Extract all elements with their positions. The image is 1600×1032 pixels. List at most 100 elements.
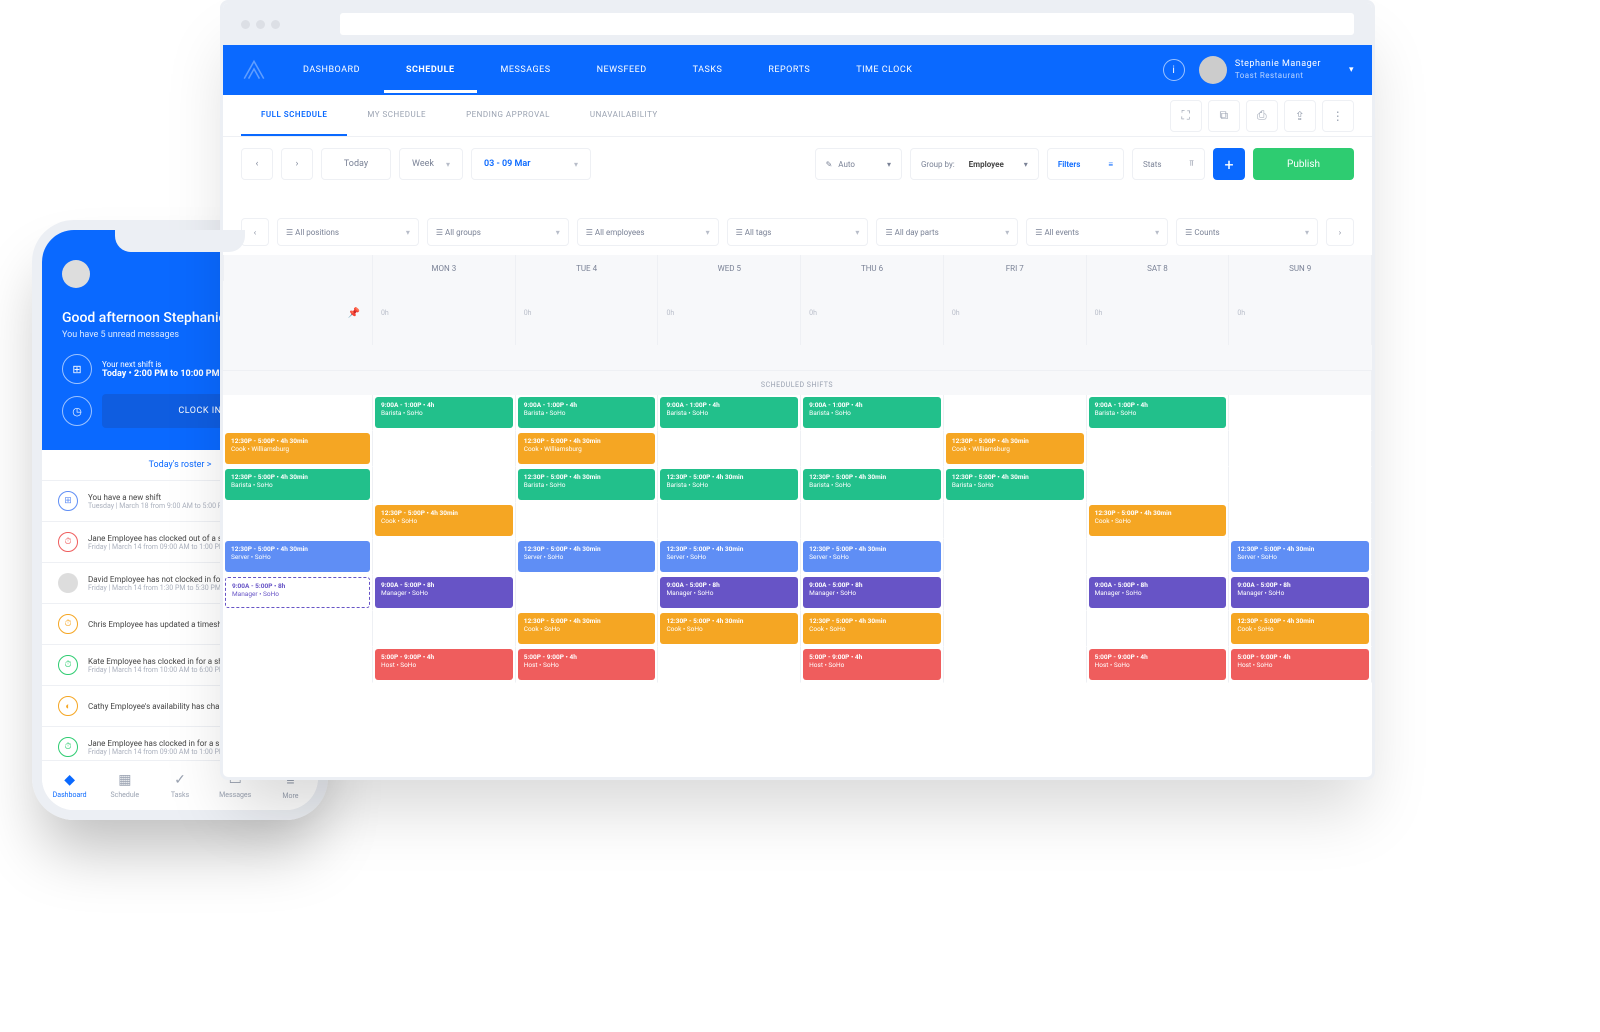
stats-button[interactable]: Stats⫪ xyxy=(1132,148,1205,180)
shift-block[interactable]: 9:00A - 1:00P • 4hBarista • SoHo xyxy=(518,397,656,428)
shift-block[interactable]: 12:30P - 5:00P • 4h 30minBarista • SoHo xyxy=(660,469,798,500)
filter-all-day-parts[interactable]: ☰ All day parts▾ xyxy=(876,218,1018,246)
nav-messages[interactable]: MESSAGES xyxy=(479,47,573,93)
shift-block[interactable]: 12:30P - 5:00P • 4h 30minBarista • SoHo xyxy=(518,469,656,500)
schedule-cell[interactable] xyxy=(1087,467,1230,503)
nav-newsfeed[interactable]: NEWSFEED xyxy=(575,47,669,93)
schedule-cell[interactable] xyxy=(1087,611,1230,647)
schedule-cell[interactable]: 9:00A - 1:00P • 4hBarista • SoHo xyxy=(516,395,659,431)
shift-block[interactable]: 5:00P - 9:00P • 4hHost • SoHo xyxy=(1231,649,1369,680)
schedule-cell[interactable]: 12:30P - 5:00P • 4h 30minCook • SoHo xyxy=(801,611,944,647)
tab-tasks[interactable]: ✓Tasks xyxy=(152,761,207,810)
schedule-cell[interactable]: 12:30P - 5:00P • 4h 30minBarista • SoHo xyxy=(944,467,1087,503)
shift-block[interactable]: 12:30P - 5:00P • 4h 30minCook • SoHo xyxy=(660,613,798,644)
schedule-cell[interactable]: 12:30P - 5:00P • 4h 30minCook • SoHo xyxy=(1087,503,1230,539)
subtab-full-schedule[interactable]: FULL SCHEDULE xyxy=(241,95,347,136)
prev-button[interactable]: ‹ xyxy=(241,148,273,180)
schedule-cell[interactable]: 5:00P - 9:00P • 4hHost • SoHo xyxy=(516,647,659,683)
schedule-cell[interactable]: 12:30P - 5:00P • 4h 30minServer • SoHo xyxy=(801,539,944,575)
shift-block[interactable]: 12:30P - 5:00P • 4h 30minBarista • SoHo xyxy=(946,469,1084,500)
schedule-cell[interactable] xyxy=(1229,395,1372,431)
schedule-cell[interactable]: 12:30P - 5:00P • 4h 30minBarista • SoHo xyxy=(801,467,944,503)
schedule-cell[interactable]: 9:00A - 5:00P • 8hManager • SoHo xyxy=(1087,575,1230,611)
schedule-cell[interactable]: 5:00P - 9:00P • 4hHost • SoHo xyxy=(801,647,944,683)
shift-block[interactable]: 9:00A - 5:00P • 8hManager • SoHo xyxy=(803,577,941,608)
filter-all-employees[interactable]: ☰ All employees▾ xyxy=(577,218,719,246)
open-day-cell[interactable]: 0h xyxy=(801,281,944,345)
schedule-cell[interactable] xyxy=(801,431,944,467)
filters-button[interactable]: Filters≡ xyxy=(1047,148,1124,180)
shift-block[interactable]: 12:30P - 5:00P • 4h 30minCook • Williams… xyxy=(518,433,656,464)
publish-button[interactable]: Publish xyxy=(1253,148,1354,180)
tab-schedule[interactable]: ▦Schedule xyxy=(97,761,152,810)
shift-block[interactable]: 12:30P - 5:00P • 4h 30minCook • SoHo xyxy=(1089,505,1227,536)
schedule-cell[interactable] xyxy=(223,611,373,647)
schedule-cell[interactable]: 9:00A - 5:00P • 8hManager • SoHo xyxy=(373,575,516,611)
schedule-cell[interactable]: 5:00P - 9:00P • 4hHost • SoHo xyxy=(1229,647,1372,683)
schedule-cell[interactable]: 12:30P - 5:00P • 4h 30minBarista • SoHo xyxy=(223,467,373,503)
schedule-cell[interactable]: 5:00P - 9:00P • 4hHost • SoHo xyxy=(1087,647,1230,683)
schedule-cell[interactable]: 12:30P - 5:00P • 4h 30minCook • SoHo xyxy=(658,611,801,647)
schedule-cell[interactable] xyxy=(658,503,801,539)
tab-dashboard[interactable]: ◆Dashboard xyxy=(42,761,97,810)
schedule-cell[interactable] xyxy=(944,539,1087,575)
schedule-cell[interactable]: 12:30P - 5:00P • 4h 30minCook • SoHo xyxy=(516,611,659,647)
shift-block[interactable]: 12:30P - 5:00P • 4h 30minCook • Williams… xyxy=(946,433,1084,464)
schedule-cell[interactable]: 12:30P - 5:00P • 4h 30minServer • SoHo xyxy=(658,539,801,575)
nav-time-clock[interactable]: TIME CLOCK xyxy=(834,47,934,93)
shift-block[interactable]: 5:00P - 9:00P • 4hHost • SoHo xyxy=(803,649,941,680)
shift-block[interactable]: 9:00A - 1:00P • 4hBarista • SoHo xyxy=(1089,397,1227,428)
shift-block[interactable]: 12:30P - 5:00P • 4h 30minCook • SoHo xyxy=(803,613,941,644)
open-day-cell[interactable]: 0h xyxy=(1087,281,1230,345)
shift-block[interactable]: 5:00P - 9:00P • 4hHost • SoHo xyxy=(375,649,513,680)
schedule-cell[interactable]: 9:00A - 1:00P • 4hBarista • SoHo xyxy=(658,395,801,431)
more-icon[interactable]: ⋮ xyxy=(1322,100,1354,132)
schedule-cell[interactable]: 12:30P - 5:00P • 4h 30minServer • SoHo xyxy=(223,539,373,575)
schedule-cell[interactable]: 12:30P - 5:00P • 4h 30minCook • Williams… xyxy=(223,431,373,467)
next-button[interactable]: › xyxy=(281,148,313,180)
add-button[interactable]: + xyxy=(1213,148,1245,180)
shift-block[interactable]: 12:30P - 5:00P • 4h 30minCook • SoHo xyxy=(375,505,513,536)
schedule-cell[interactable] xyxy=(1229,431,1372,467)
schedule-cell[interactable]: 12:30P - 5:00P • 4h 30minBarista • SoHo xyxy=(658,467,801,503)
shift-block[interactable]: 9:00A - 5:00P • 8hManager • SoHo xyxy=(225,577,370,608)
export-icon[interactable]: ⇪ xyxy=(1284,100,1316,132)
shift-block[interactable]: 9:00A - 5:00P • 8hManager • SoHo xyxy=(1089,577,1227,608)
date-range[interactable]: 03 - 09 Mar▾ xyxy=(471,148,591,180)
schedule-cell[interactable]: 9:00A - 1:00P • 4hBarista • SoHo xyxy=(1087,395,1230,431)
copy-icon[interactable]: ⧉ xyxy=(1208,100,1240,132)
open-day-cell[interactable]: 0h xyxy=(516,281,659,345)
shift-block[interactable]: 12:30P - 5:00P • 4h 30minCook • SoHo xyxy=(518,613,656,644)
schedule-cell[interactable] xyxy=(658,431,801,467)
schedule-cell[interactable] xyxy=(944,647,1087,683)
shift-block[interactable]: 5:00P - 9:00P • 4hHost • SoHo xyxy=(1089,649,1227,680)
period-select[interactable]: Week▾ xyxy=(399,148,463,180)
today-button[interactable]: Today xyxy=(321,148,391,180)
shift-block[interactable]: 9:00A - 1:00P • 4hBarista • SoHo xyxy=(803,397,941,428)
chevron-down-icon[interactable]: ▾ xyxy=(1349,65,1354,75)
schedule-cell[interactable]: 12:30P - 5:00P • 4h 30minBarista • SoHo xyxy=(516,467,659,503)
schedule-cell[interactable] xyxy=(223,395,373,431)
filter-prev[interactable]: ‹ xyxy=(241,218,269,246)
user-menu[interactable]: Stephanie Manager Toast Restaurant xyxy=(1235,59,1321,81)
filter-all-events[interactable]: ☰ All events▾ xyxy=(1026,218,1168,246)
avatar[interactable] xyxy=(1199,56,1227,84)
open-day-cell[interactable]: 0h xyxy=(658,281,801,345)
shift-block[interactable]: 9:00A - 5:00P • 8hManager • SoHo xyxy=(660,577,798,608)
nav-schedule[interactable]: SCHEDULE xyxy=(384,47,477,93)
schedule-cell[interactable]: 9:00A - 5:00P • 8hManager • SoHo xyxy=(658,575,801,611)
schedule-cell[interactable]: 9:00A - 5:00P • 8hManager • SoHo xyxy=(1229,575,1372,611)
schedule-cell[interactable] xyxy=(944,611,1087,647)
schedule-cell[interactable] xyxy=(1087,431,1230,467)
address-bar[interactable] xyxy=(340,13,1354,35)
shift-block[interactable]: 12:30P - 5:00P • 4h 30minServer • SoHo xyxy=(1231,541,1369,572)
open-day-cell[interactable]: 0h xyxy=(373,281,516,345)
auto-chip[interactable]: ✎ Auto▾ xyxy=(815,148,902,180)
info-icon[interactable]: i xyxy=(1163,59,1185,81)
schedule-cell[interactable] xyxy=(373,611,516,647)
nav-tasks[interactable]: TASKS xyxy=(671,47,745,93)
schedule-cell[interactable]: 12:30P - 5:00P • 4h 30minCook • SoHo xyxy=(373,503,516,539)
filter-counts[interactable]: ☰ Counts▾ xyxy=(1176,218,1318,246)
schedule-cell[interactable] xyxy=(516,575,659,611)
schedule-cell[interactable]: 9:00A - 5:00P • 8hManager • SoHo xyxy=(223,575,373,611)
